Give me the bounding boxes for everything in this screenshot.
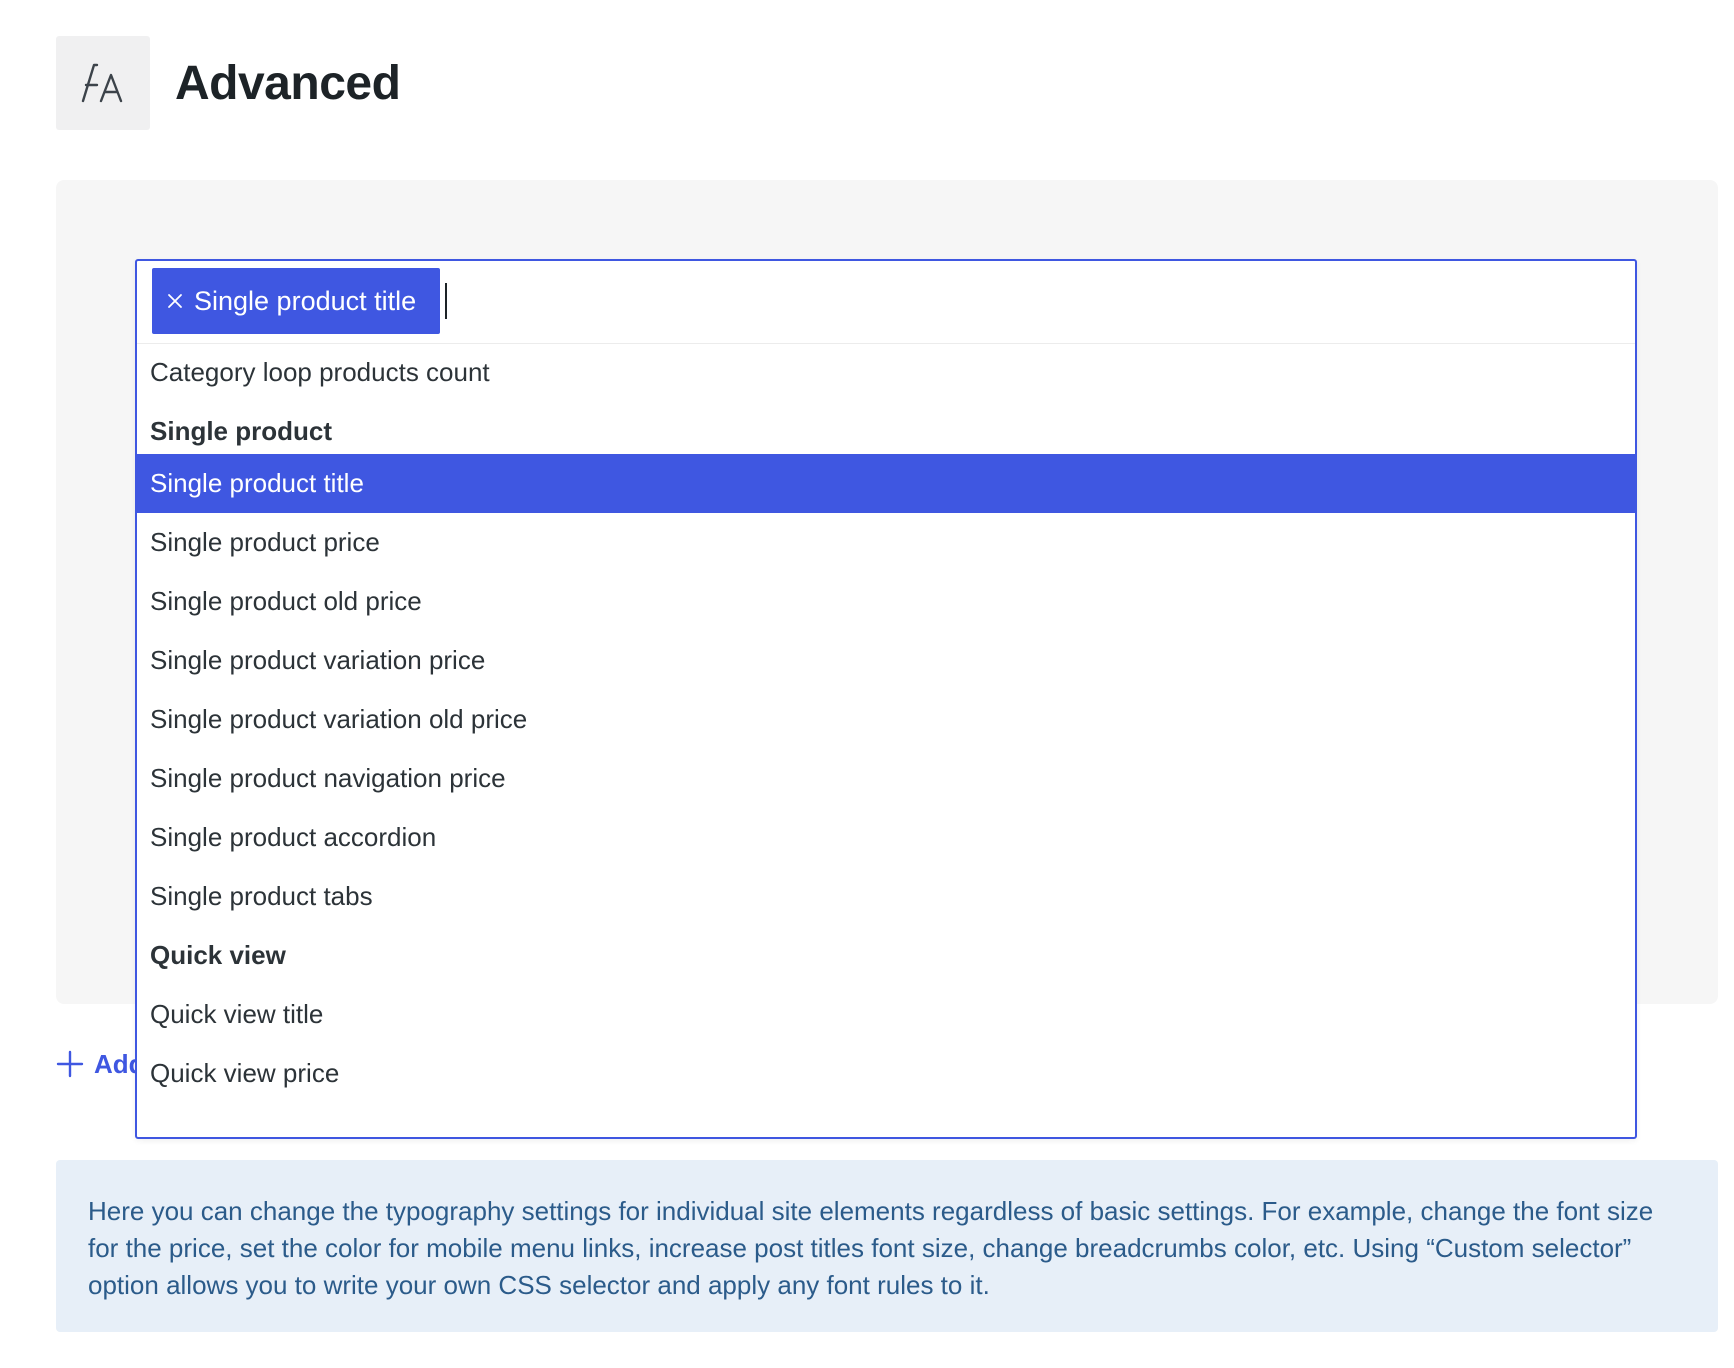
option-single-product-price[interactable]: Single product price xyxy=(137,513,1635,572)
info-notice-text: Here you can change the typography setti… xyxy=(88,1196,1654,1300)
option-single-product-accordion[interactable]: Single product accordion xyxy=(137,808,1635,867)
plus-icon xyxy=(56,1050,84,1078)
multiselect-search-input[interactable] xyxy=(442,279,1150,323)
option-category-loop-products-count[interactable]: Category loop products count xyxy=(137,343,1635,402)
selected-chip-label: Single product title xyxy=(194,285,417,316)
option-single-product-variation-old-price[interactable]: Single product variation old price xyxy=(137,690,1635,749)
font-typography-icon xyxy=(81,63,123,103)
option-single-product-tabs[interactable]: Single product tabs xyxy=(137,867,1635,926)
option-single-product-navigation-price[interactable]: Single product navigation price xyxy=(137,749,1635,808)
option-single-product-title[interactable]: Single product title xyxy=(137,454,1635,513)
remove-chip-icon[interactable] xyxy=(166,292,184,310)
add-element-link[interactable]: Add xyxy=(56,1044,145,1084)
option-quick-view-title[interactable]: Quick view title xyxy=(137,985,1635,1044)
typography-icon-box xyxy=(56,36,150,130)
option-group-quick-view: Quick view xyxy=(150,940,286,970)
text-caret xyxy=(445,283,447,319)
page-title: Advanced xyxy=(175,57,401,110)
multiselect-input-row[interactable]: Single product title xyxy=(137,261,1635,344)
info-notice: Here you can change the typography setti… xyxy=(56,1160,1718,1332)
option-group-single-product: Single product xyxy=(150,416,332,446)
element-multiselect[interactable]: Single product title Category loop produ… xyxy=(135,259,1637,1139)
option-single-product-variation-price[interactable]: Single product variation price xyxy=(137,631,1635,690)
option-single-product-old-price[interactable]: Single product old price xyxy=(137,572,1635,631)
option-quick-view-price[interactable]: Quick view price xyxy=(137,1044,1635,1103)
selected-chip: Single product title xyxy=(152,268,441,334)
